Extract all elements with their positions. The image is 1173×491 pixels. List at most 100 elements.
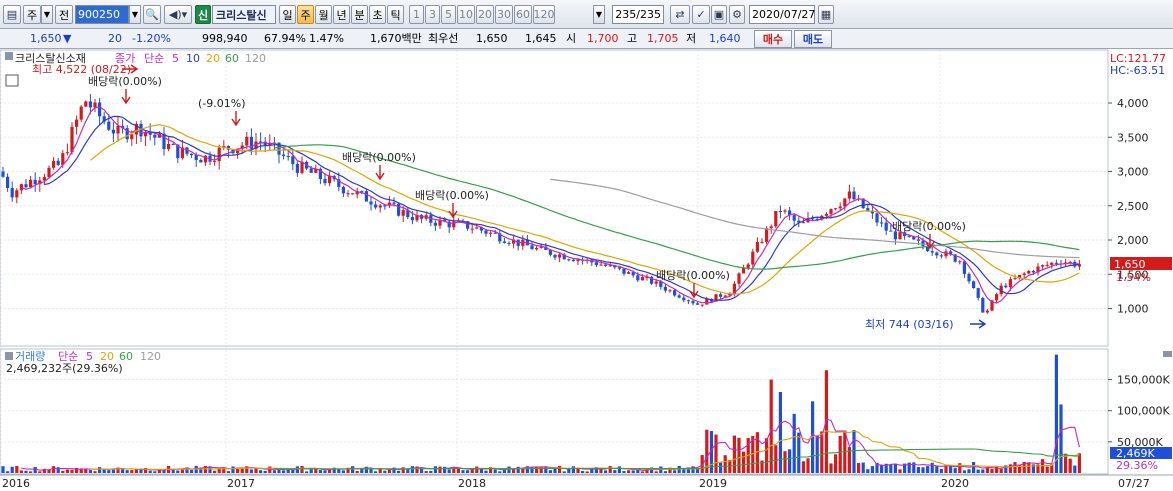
candle-body — [93, 102, 97, 108]
candle-body — [300, 161, 304, 173]
chart-layout-icon[interactable]: ▤ — [3, 5, 21, 24]
volume-bar — [420, 469, 424, 473]
stock-code-value: 900250 — [78, 8, 120, 21]
calendar-icon[interactable]: ▦ — [818, 5, 834, 24]
candle-body — [245, 136, 249, 146]
candle-body — [769, 226, 773, 229]
volume-bar — [254, 468, 258, 473]
interval-button-30[interactable]: 30 — [495, 5, 513, 24]
legend-ma10: 10 — [186, 52, 200, 65]
period-button-2[interactable]: 월 — [315, 5, 332, 24]
candle-body — [116, 125, 120, 134]
volume-bar — [130, 470, 134, 473]
search-icon[interactable]: 🔍 — [143, 5, 161, 24]
exchange-combo[interactable]: 전 — [55, 5, 73, 24]
candle-body — [213, 161, 217, 163]
candle-body — [921, 240, 925, 246]
candle-body — [843, 198, 847, 207]
candle-body — [824, 213, 828, 216]
volume-bar — [893, 463, 897, 473]
volume-bar — [558, 465, 562, 473]
candle-body — [972, 281, 976, 289]
period-button-1[interactable]: 주 — [297, 5, 314, 24]
candle-body — [967, 273, 971, 282]
candle-body — [10, 187, 14, 198]
candle-body — [84, 101, 88, 107]
stock-chart[interactable]: 1,0001,5002,0002,5003,0003,5004,000 최고 4… — [0, 49, 1173, 491]
volume-bar — [935, 466, 939, 473]
candle-body — [866, 208, 870, 211]
volume-bar — [788, 449, 792, 473]
candle-body — [6, 176, 10, 188]
current-price: 1,650 — [30, 32, 62, 45]
settings-icon[interactable]: ⚙ — [729, 5, 745, 24]
credit-tag-label: 신 — [197, 8, 209, 22]
volume-bar — [972, 462, 976, 473]
time-label-0: 2016 — [2, 477, 30, 490]
turnover-rate: 1.47% — [309, 32, 344, 45]
interval-button-10[interactable]: 10 — [457, 5, 475, 24]
candle-body — [1004, 285, 1008, 288]
market-combo[interactable]: 주 — [23, 5, 41, 24]
volume-bar — [516, 466, 520, 473]
candle-body — [976, 288, 980, 298]
chevron-down-icon[interactable]: ▼ — [129, 5, 141, 24]
candle-body — [981, 297, 985, 313]
period-button-6[interactable]: 틱 — [387, 5, 404, 24]
legend-price-label: 종가 — [115, 52, 135, 65]
candle-body — [75, 119, 79, 127]
buy-button[interactable]: 매수 — [754, 30, 792, 48]
stock-code-input[interactable]: 900250 — [75, 5, 129, 24]
chevron-down-icon[interactable]: ▼ — [593, 5, 605, 24]
candle-body — [742, 267, 746, 274]
volume-bar — [107, 470, 111, 473]
interval-button-3[interactable]: 3 — [425, 5, 440, 24]
period-button-0[interactable]: 일 — [279, 5, 296, 24]
period-button-3[interactable]: 년 — [333, 5, 350, 24]
volume-bar — [295, 466, 299, 473]
save-icon[interactable]: ▣ — [711, 5, 727, 24]
volume-bar — [401, 467, 405, 473]
volume-bar — [999, 468, 1003, 473]
annotation-dividend-2: 배당락(0.00%) — [88, 75, 162, 88]
volume-bar — [65, 469, 69, 473]
panel-resize-handle[interactable] — [1163, 351, 1172, 357]
bar-count-input[interactable]: 235/235 — [612, 5, 664, 24]
volume-bar — [880, 465, 884, 473]
sell-button[interactable]: 매도 — [794, 30, 832, 48]
volume-panel-handle[interactable] — [5, 352, 13, 360]
volume-bar — [838, 435, 842, 473]
interval-button-1[interactable]: 1 — [409, 5, 424, 24]
candle-body — [939, 255, 943, 257]
indicator-icon[interactable]: ✓ — [692, 5, 710, 24]
volume-bar — [801, 461, 805, 473]
best-quote-label: 최우선 — [428, 32, 459, 45]
volume-bar — [10, 466, 14, 473]
volume-bar — [792, 413, 796, 473]
candle-body — [847, 191, 851, 199]
period-button-5[interactable]: 초 — [369, 5, 386, 24]
volume-bar — [783, 451, 787, 473]
date-input[interactable]: 2020/07/27 — [749, 5, 815, 24]
volume-bar — [263, 470, 267, 473]
volume-bar — [765, 438, 769, 473]
price-panel-handle[interactable] — [5, 52, 13, 60]
volume-bar — [967, 469, 971, 473]
best-ask: 1,650 — [476, 32, 508, 45]
legend-ma-label: 단순 — [144, 52, 164, 65]
candle-body — [668, 290, 672, 292]
volume-bar — [553, 468, 557, 473]
candle-body — [364, 191, 368, 202]
interval-button-20[interactable]: 20 — [476, 5, 494, 24]
volume-bar — [323, 470, 327, 473]
interval-button-5[interactable]: 5 — [441, 5, 456, 24]
period-button-4[interactable]: 분 — [351, 5, 368, 24]
volume-bar — [921, 467, 925, 473]
candle-body — [696, 303, 700, 305]
speaker-icon[interactable]: ◀)▾ — [164, 5, 192, 24]
chevron-down-icon[interactable]: ▼ — [41, 5, 53, 24]
interval-button-60[interactable]: 60 — [514, 5, 532, 24]
compare-icon[interactable]: ⇄ — [670, 5, 690, 24]
interval-button-120[interactable]: 120 — [533, 5, 555, 24]
volume-bar — [484, 470, 488, 473]
